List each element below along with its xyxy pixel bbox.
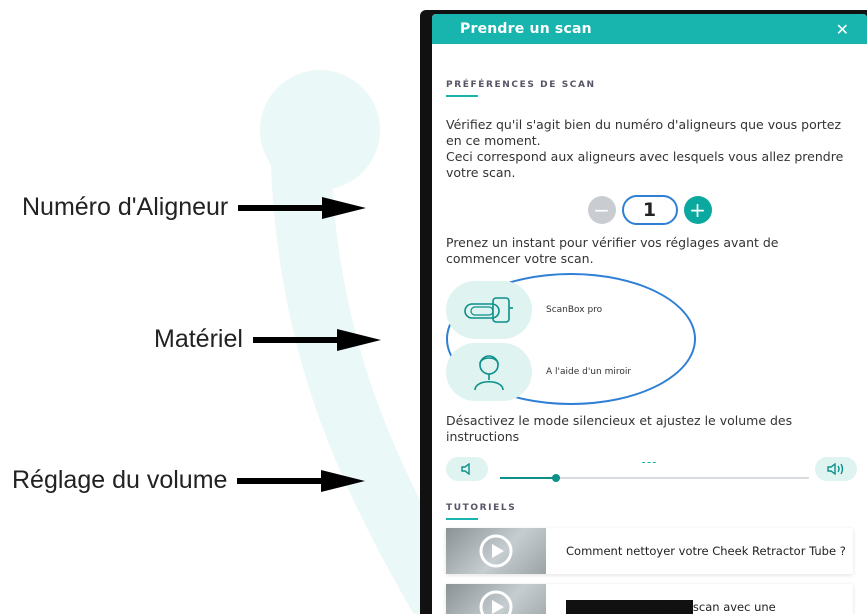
volume-slider-fill — [500, 477, 556, 479]
volume-slider-handle[interactable] — [551, 474, 560, 482]
volume-up-icon — [827, 463, 844, 475]
material-option-scanbox[interactable]: ScanBox pro — [446, 281, 602, 339]
redacted-text: Comment prendre un — [566, 600, 693, 614]
volume-instruction: Désactivez le mode silencieux et ajustez… — [446, 413, 793, 444]
increment-button[interactable]: + — [683, 196, 712, 224]
settings-instruction: Prenez un instant pour vérifier vos régl… — [446, 235, 779, 266]
section-underline — [446, 95, 478, 97]
tutorial-thumbnail — [446, 584, 546, 614]
arrow-right-icon — [238, 196, 367, 219]
aligner-instructions: Vérifiez qu'il s'agit bien du numéro d'a… — [446, 117, 842, 148]
tutorial-thumbnail — [446, 528, 546, 574]
decrement-button[interactable]: − — [587, 196, 616, 224]
arrow-right-icon — [237, 469, 366, 492]
aligner-number-stepper: − 1 + — [446, 195, 853, 225]
person-mirror-icon — [474, 355, 504, 391]
modal-title: Prendre un scan — [460, 21, 592, 37]
section-title-tutorials: TUTORIELS — [446, 503, 517, 513]
material-options: ScanBox pro A l'aide d'un miroir — [446, 273, 853, 405]
annotation-volume: Réglage du volume — [12, 466, 367, 495]
modal-content: PRÉFÉRENCES DE SCAN Vérifiez qu'il s'agi… — [432, 80, 867, 614]
annotation-aligner-number: Numéro d'Aligneur — [22, 193, 368, 222]
tutorial-card[interactable]: Comment prendre un scan avec une — [446, 584, 853, 614]
tutorial-title: Comment nettoyer votre Cheek Retractor T… — [566, 544, 846, 558]
tutorial-card[interactable]: Comment nettoyer votre Cheek Retractor T… — [446, 528, 853, 574]
material-option-mirror[interactable]: A l'aide d'un miroir — [446, 343, 631, 401]
material-icon-bg — [446, 281, 532, 339]
annotation-label: Numéro d'Aligneur — [22, 193, 229, 221]
section-underline — [446, 518, 478, 520]
app-screen: Prendre un scan ✕ PRÉFÉRENCES DE SCAN Vé… — [432, 14, 867, 614]
annotation-label: Réglage du volume — [12, 466, 228, 494]
volume-control: --- — [446, 453, 857, 491]
material-icon-bg — [446, 343, 532, 401]
annotation-material: Matériel — [154, 325, 383, 354]
modal-header: Prendre un scan ✕ — [432, 14, 867, 44]
play-icon — [479, 590, 513, 614]
aligner-number-value: 1 — [621, 195, 678, 225]
material-label: A l'aide d'un miroir — [546, 367, 632, 377]
scanbox-icon — [464, 297, 513, 323]
volume-value: --- — [641, 455, 658, 469]
material-label: ScanBox pro — [546, 305, 603, 315]
annotation-label: Matériel — [154, 325, 243, 353]
tutorial-title: Comment prendre un scan avec une — [546, 600, 776, 614]
close-icon[interactable]: ✕ — [836, 20, 849, 39]
volume-up-button[interactable] — [815, 457, 857, 481]
arrow-right-icon — [252, 328, 381, 351]
volume-slider-track[interactable] — [500, 474, 809, 482]
play-icon — [479, 534, 513, 568]
aligner-instructions-2: Ceci correspond aux aligneurs avec lesqu… — [446, 149, 844, 180]
tutorial-title-tail: scan avec une — [692, 600, 776, 614]
section-title-preferences: PRÉFÉRENCES DE SCAN — [446, 80, 596, 90]
